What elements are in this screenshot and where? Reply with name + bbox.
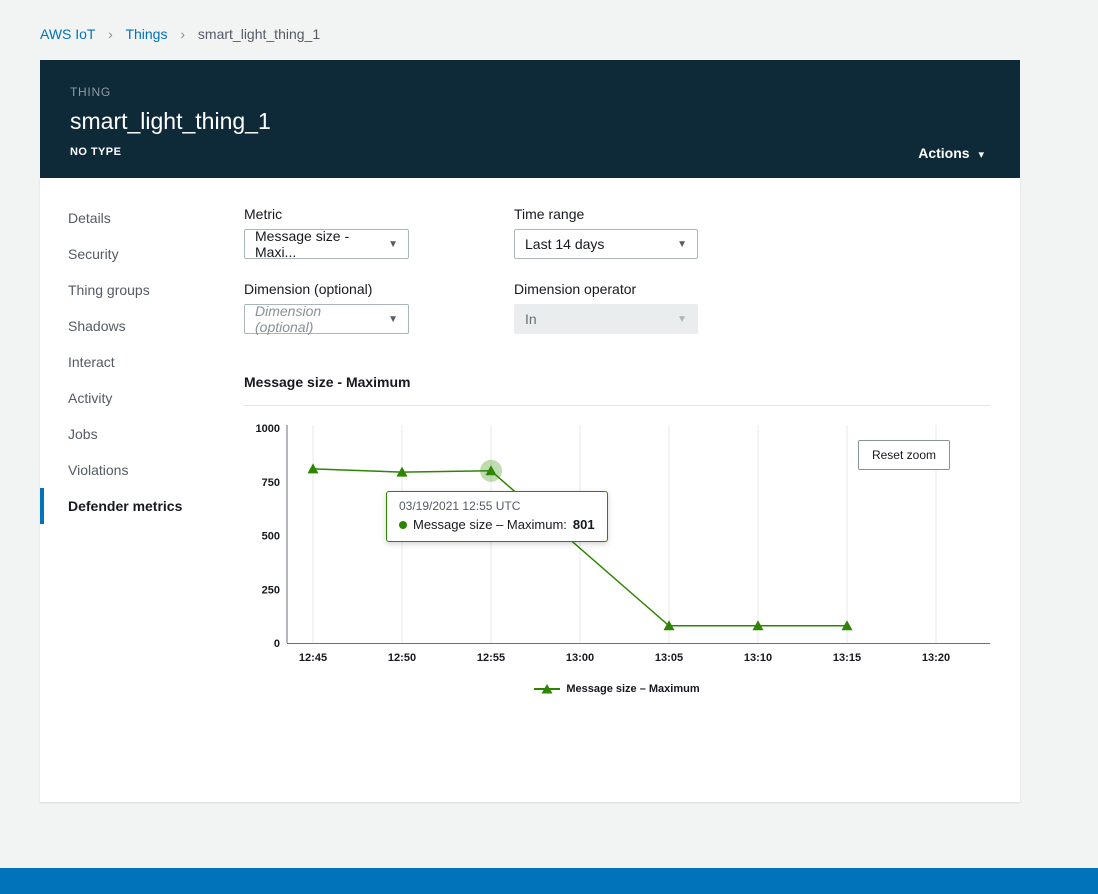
dimension-operator-label: Dimension operator bbox=[514, 281, 784, 297]
chevron-down-icon: ▼ bbox=[388, 314, 398, 325]
svg-text:750: 750 bbox=[262, 477, 280, 489]
svg-text:0: 0 bbox=[274, 638, 280, 650]
svg-text:500: 500 bbox=[262, 531, 280, 543]
dimension-field: Dimension (optional) Dimension (optional… bbox=[244, 281, 514, 334]
thing-detail-card: Details Security Thing groups Shadows In… bbox=[40, 178, 1020, 802]
breadcrumb-current-thing: smart_light_thing_1 bbox=[198, 26, 320, 42]
dimension-operator-value: In bbox=[525, 311, 537, 327]
page-title: smart_light_thing_1 bbox=[70, 108, 990, 135]
svg-text:12:50: 12:50 bbox=[388, 652, 416, 664]
svg-text:13:15: 13:15 bbox=[833, 652, 861, 664]
sidebar-item-thing-groups[interactable]: Thing groups bbox=[40, 272, 244, 308]
sidebar-item-violations[interactable]: Violations bbox=[40, 452, 244, 488]
chart-title-divider bbox=[244, 405, 990, 406]
metrics-chart[interactable]: 12:45 12:50 12:55 13:00 13:05 13:10 13:15 13:20… bbox=[244, 418, 990, 695]
chevron-down-icon: ▼ bbox=[677, 239, 687, 250]
sidebar-item-defender-metrics[interactable]: Defender metrics bbox=[40, 488, 244, 524]
time-range-field: Time range Last 14 days ▼ bbox=[514, 206, 784, 259]
dimension-label: Dimension (optional) bbox=[244, 281, 514, 297]
time-range-select[interactable]: Last 14 days ▼ bbox=[514, 229, 698, 259]
tooltip-series-label: Message size – Maximum: bbox=[413, 517, 567, 532]
metric-field: Metric Message size - Maxi... ▼ bbox=[244, 206, 514, 259]
breadcrumb-separator-icon: › bbox=[108, 26, 113, 42]
chart-legend[interactable]: Message size – Maximum bbox=[244, 683, 990, 695]
thing-header: THING smart_light_thing_1 NO TYPE Action… bbox=[40, 60, 1020, 178]
sidebar: Details Security Thing groups Shadows In… bbox=[40, 178, 244, 802]
breadcrumb: AWS IoT › Things › smart_light_thing_1 bbox=[0, 0, 1098, 60]
time-range-label: Time range bbox=[514, 206, 784, 222]
breadcrumb-link-things[interactable]: Things bbox=[125, 26, 167, 42]
sidebar-item-shadows[interactable]: Shadows bbox=[40, 308, 244, 344]
time-range-select-value: Last 14 days bbox=[525, 236, 604, 252]
svg-text:13:00: 13:00 bbox=[566, 652, 594, 664]
series-dot-icon bbox=[399, 521, 407, 529]
sidebar-item-details[interactable]: Details bbox=[40, 200, 244, 236]
svg-text:1000: 1000 bbox=[256, 423, 280, 435]
tooltip-value: 801 bbox=[573, 517, 595, 532]
dimension-select[interactable]: Dimension (optional) ▼ bbox=[244, 304, 409, 334]
sidebar-item-interact[interactable]: Interact bbox=[40, 344, 244, 380]
actions-button-label: Actions bbox=[918, 145, 969, 161]
svg-text:13:10: 13:10 bbox=[744, 652, 772, 664]
thing-kicker: THING bbox=[70, 85, 990, 99]
dimension-operator-select: In ▼ bbox=[514, 304, 698, 334]
metric-select-value: Message size - Maxi... bbox=[255, 228, 380, 260]
svg-text:13:05: 13:05 bbox=[655, 652, 683, 664]
reset-zoom-button[interactable]: Reset zoom bbox=[858, 440, 950, 470]
sidebar-item-security[interactable]: Security bbox=[40, 236, 244, 272]
chart-title: Message size - Maximum bbox=[244, 374, 990, 390]
chart-tooltip: 03/19/2021 12:55 UTC Message size – Maxi… bbox=[386, 491, 608, 542]
breadcrumb-link-aws-iot[interactable]: AWS IoT bbox=[40, 26, 95, 42]
metric-label: Metric bbox=[244, 206, 514, 222]
svg-text:13:20: 13:20 bbox=[922, 652, 950, 664]
actions-button[interactable]: Actions ▾ bbox=[912, 144, 990, 162]
svg-text:250: 250 bbox=[262, 584, 280, 596]
chevron-down-icon: ▼ bbox=[388, 239, 398, 250]
dimension-select-placeholder: Dimension (optional) bbox=[255, 303, 380, 335]
chevron-down-icon: ▼ bbox=[677, 314, 687, 325]
chevron-down-icon: ▾ bbox=[978, 149, 984, 161]
svg-text:12:55: 12:55 bbox=[477, 652, 505, 664]
metric-select[interactable]: Message size - Maxi... ▼ bbox=[244, 229, 409, 259]
svg-text:12:45: 12:45 bbox=[299, 652, 327, 664]
thing-type-label: NO TYPE bbox=[70, 146, 990, 158]
tooltip-timestamp: 03/19/2021 12:55 UTC bbox=[399, 499, 595, 513]
dimension-operator-field: Dimension operator In ▼ bbox=[514, 281, 784, 334]
sidebar-item-activity[interactable]: Activity bbox=[40, 380, 244, 416]
breadcrumb-separator-icon: › bbox=[180, 26, 185, 42]
triangle-legend-marker-icon bbox=[534, 683, 560, 695]
sidebar-item-jobs[interactable]: Jobs bbox=[40, 416, 244, 452]
defender-metrics-panel: Metric Message size - Maxi... ▼ Time ran… bbox=[244, 178, 1020, 802]
footer-bar bbox=[0, 868, 1098, 894]
chart-legend-label: Message size – Maximum bbox=[566, 683, 699, 695]
